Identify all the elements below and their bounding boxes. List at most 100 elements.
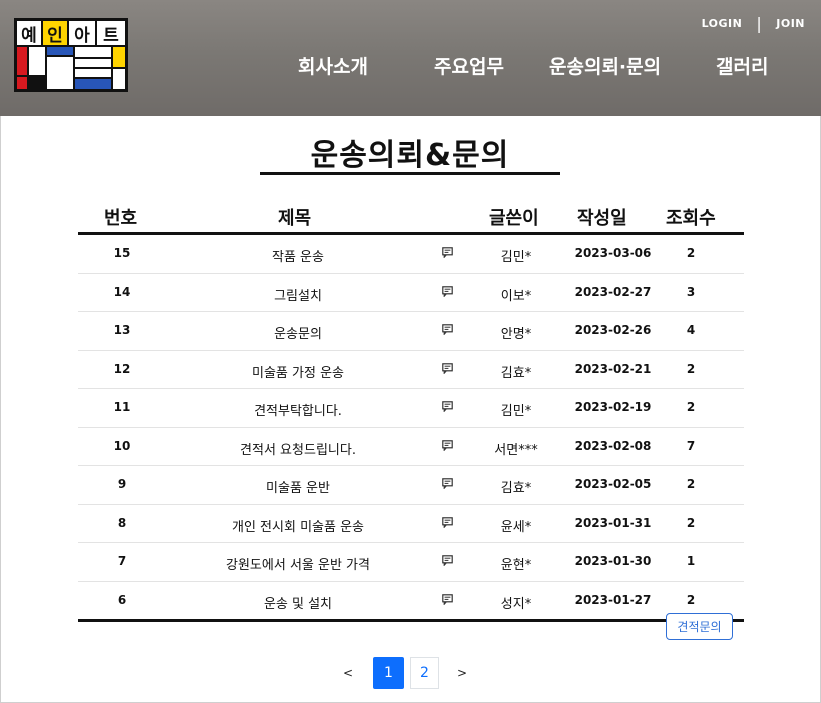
- row-views: 7: [686, 438, 696, 453]
- row-views: 1: [686, 554, 696, 568]
- comment-icon: [442, 555, 456, 570]
- table-row[interactable]: 6 운송 및 설치 성지* 2023-01-27 2: [78, 582, 744, 622]
- row-views: 2: [686, 246, 696, 260]
- col-header-views: 조회수: [666, 208, 716, 229]
- table-row[interactable]: 12 미술품 가정 운송 김효* 2023-02-21 2: [78, 351, 744, 389]
- row-date: 2023-01-31: [574, 515, 652, 530]
- row-number: 11: [113, 400, 131, 414]
- row-number: 12: [113, 361, 131, 376]
- col-header-writer: 글쓴이: [489, 208, 539, 229]
- comment-icon: [442, 593, 456, 609]
- row-writer: 안명*: [500, 327, 532, 342]
- page-1-button[interactable]: 1: [373, 657, 404, 689]
- table-row[interactable]: 7 강원도에서 서울 운반 가격 윤현* 2023-01-30 1: [78, 543, 744, 582]
- table-row[interactable]: 14 그림설치 이보* 2023-02-27 3: [78, 274, 744, 312]
- table-row[interactable]: 11 견적부탁합니다. 김민* 2023-02-19 2: [78, 389, 744, 428]
- row-date: 2023-02-05: [574, 477, 652, 491]
- row-views: 2: [686, 400, 696, 414]
- row-writer: 서면***: [494, 442, 538, 458]
- row-views: 2: [686, 515, 696, 530]
- row-date: 2023-01-27: [574, 592, 652, 607]
- login-link[interactable]: LOGIN: [702, 17, 743, 30]
- table-row[interactable]: 13 운송문의 안명* 2023-02-26 4: [78, 312, 744, 351]
- row-writer: 김민*: [500, 250, 532, 265]
- col-header-title: 제목: [278, 208, 312, 229]
- row-views: 3: [686, 284, 696, 299]
- row-views: 2: [686, 477, 696, 491]
- nav-item-transport-inquiry[interactable]: 운송의뢰·문의: [549, 52, 661, 79]
- row-title-link[interactable]: 작품 운송: [198, 246, 398, 265]
- nav-item-services[interactable]: 주요업무: [434, 52, 504, 79]
- row-title-link[interactable]: 미술품 운반: [198, 477, 398, 496]
- row-title-link[interactable]: 그림설치: [198, 285, 398, 304]
- row-number: 6: [117, 592, 127, 607]
- quote-request-button[interactable]: 견적문의: [666, 613, 733, 640]
- site-header: 예 인 아 트 LOGIN | JOIN 회사소개 주요업무 운송의뢰·문의 갤…: [0, 0, 821, 116]
- row-title-link[interactable]: 견적부탁합니다.: [198, 400, 398, 419]
- row-writer: 윤현*: [500, 558, 532, 573]
- page-2-button[interactable]: 2: [410, 657, 439, 689]
- comment-icon: [442, 247, 456, 262]
- row-title-link[interactable]: 미술품 가정 운송: [198, 362, 398, 381]
- logo-char-4: 트: [103, 25, 119, 46]
- row-number: 15: [113, 246, 131, 260]
- logo[interactable]: 예 인 아 트: [14, 18, 128, 92]
- page-title: 운송의뢰&문의: [310, 138, 510, 173]
- row-writer: 김민*: [500, 404, 532, 419]
- row-number: 7: [117, 554, 127, 568]
- auth-separator: |: [756, 14, 763, 33]
- row-writer: 이보*: [500, 288, 532, 304]
- row-number: 9: [117, 477, 127, 491]
- row-views: 2: [686, 361, 696, 376]
- row-date: 2023-02-08: [574, 438, 652, 453]
- table-row[interactable]: 8 개인 전시회 미술품 운송 윤세* 2023-01-31 2: [78, 505, 744, 543]
- row-title-link[interactable]: 견적서 요청드립니다.: [198, 439, 398, 458]
- row-number: 10: [113, 438, 131, 453]
- row-date: 2023-02-27: [574, 284, 652, 299]
- row-title-link[interactable]: 강원도에서 서울 운반 가격: [198, 554, 398, 573]
- row-title-link[interactable]: 운송문의: [198, 323, 398, 342]
- comment-icon: [442, 324, 456, 339]
- row-date: 2023-01-30: [574, 554, 652, 568]
- row-date: 2023-02-26: [574, 323, 652, 337]
- auth-links: LOGIN | JOIN: [702, 14, 805, 33]
- board-table: 번호 제목 글쓴이 작성일 조회수 15 작품 운송 김민* 2023-03-06 2 1…: [78, 200, 744, 622]
- prev-page-button[interactable]: <: [332, 657, 364, 689]
- table-body: 15 작품 운송 김민* 2023-03-06 2 14 그림설치 이보* 2023-02-27…: [78, 235, 744, 622]
- row-date: 2023-03-06: [574, 246, 652, 260]
- row-date: 2023-02-21: [574, 361, 652, 376]
- logo-char-3: 아: [74, 25, 90, 46]
- row-number: 13: [113, 323, 131, 337]
- logo-char-1: 예: [21, 25, 37, 46]
- table-row[interactable]: 15 작품 운송 김민* 2023-03-06 2: [78, 235, 744, 274]
- row-writer: 김효*: [500, 365, 532, 381]
- table-row[interactable]: 10 견적서 요청드립니다. 서면*** 2023-02-08 7: [78, 428, 744, 466]
- logo-char-2: 인: [47, 25, 63, 46]
- next-page-button[interactable]: >: [446, 657, 478, 689]
- row-writer: 성지*: [500, 596, 532, 612]
- nav-item-company[interactable]: 회사소개: [298, 52, 368, 79]
- comment-icon: [442, 439, 456, 455]
- row-writer: 윤세*: [500, 519, 532, 535]
- row-title-link[interactable]: 개인 전시회 미술품 운송: [198, 516, 398, 535]
- col-header-date: 작성일: [577, 208, 627, 229]
- comment-icon: [442, 516, 456, 532]
- page-title-wrap: 운송의뢰&문의: [260, 130, 560, 174]
- comment-icon: [442, 285, 456, 301]
- join-link[interactable]: JOIN: [776, 17, 805, 30]
- row-writer: 김효*: [500, 481, 532, 496]
- nav-item-gallery[interactable]: 갤러리: [716, 52, 768, 79]
- row-views: 4: [686, 323, 696, 337]
- comment-icon: [442, 401, 456, 416]
- row-number: 14: [113, 284, 131, 299]
- row-title-link[interactable]: 운송 및 설치: [198, 593, 398, 612]
- row-number: 8: [117, 515, 127, 530]
- col-header-number: 번호: [104, 208, 138, 229]
- title-underline: [260, 172, 560, 175]
- row-date: 2023-02-19: [574, 400, 652, 414]
- table-header: 번호 제목 글쓴이 작성일 조회수: [78, 200, 744, 235]
- comment-icon: [442, 478, 456, 493]
- table-row[interactable]: 9 미술품 운반 김효* 2023-02-05 2: [78, 466, 744, 505]
- row-views: 2: [686, 592, 696, 607]
- comment-icon: [442, 362, 456, 378]
